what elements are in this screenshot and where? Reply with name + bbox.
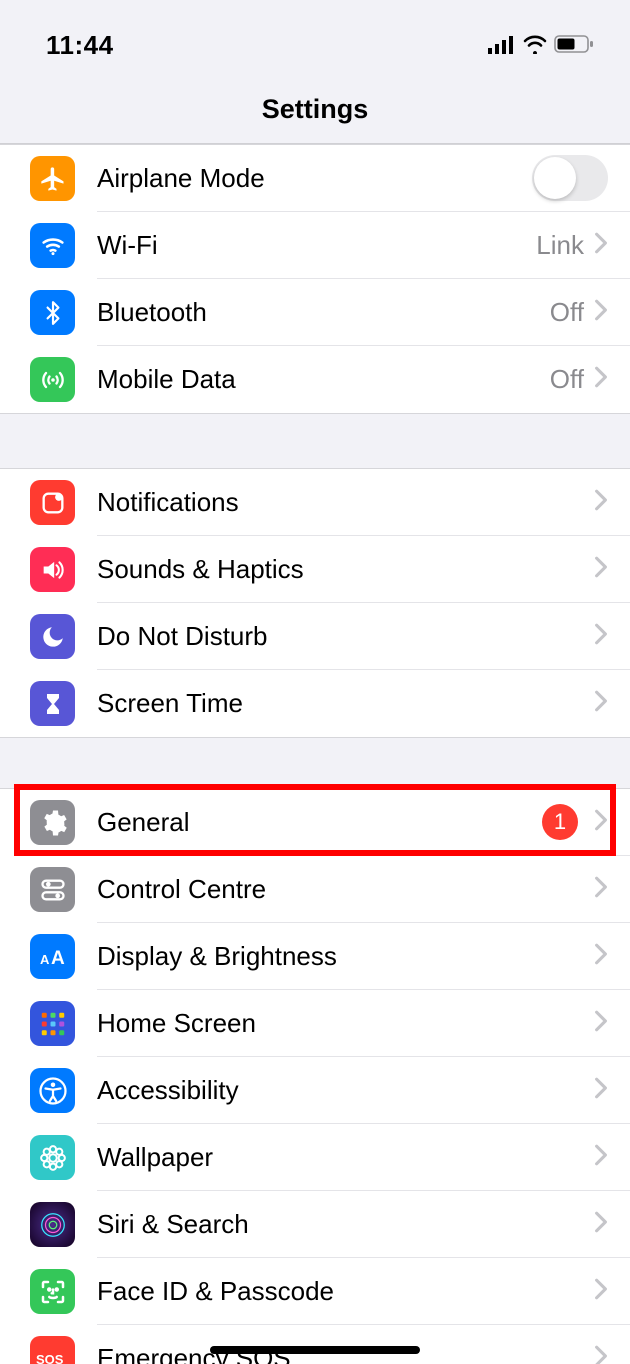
svg-text:A: A [51, 948, 65, 969]
settings-group-connectivity: Airplane Mode Wi-Fi Link Bluetooth Off [0, 144, 630, 414]
settings-group-alerts: Notifications Sounds & Haptics Do Not Di… [0, 468, 630, 738]
row-mobile-data[interactable]: Mobile Data Off [0, 346, 630, 413]
chevron-icon [594, 556, 608, 583]
wifi-label: Wi-Fi [97, 230, 536, 261]
row-screen-time[interactable]: Screen Time [0, 670, 630, 737]
chevron-icon [594, 232, 608, 259]
homescreen-label: Home Screen [97, 1008, 594, 1039]
general-label: General [97, 807, 542, 838]
cellular-icon [488, 30, 516, 61]
screentime-label: Screen Time [97, 688, 594, 719]
chevron-icon [594, 489, 608, 516]
chevron-icon [594, 876, 608, 903]
bluetooth-label: Bluetooth [97, 297, 550, 328]
accessibility-label: Accessibility [97, 1075, 594, 1106]
hourglass-icon [30, 681, 75, 726]
notifications-icon [30, 480, 75, 525]
chevron-icon [594, 1211, 608, 1238]
general-badge: 1 [542, 804, 578, 840]
moon-icon [30, 614, 75, 659]
wifi-status-icon [522, 30, 548, 61]
wallpaper-label: Wallpaper [97, 1142, 594, 1173]
chevron-icon [594, 809, 608, 836]
chevron-icon [594, 690, 608, 717]
sos-icon: SOS [30, 1336, 75, 1364]
antenna-icon [30, 357, 75, 402]
wifi-value: Link [536, 230, 584, 261]
chevron-icon [594, 1010, 608, 1037]
row-emergency-sos[interactable]: SOS Emergency SOS [0, 1325, 630, 1364]
control-label: Control Centre [97, 874, 594, 905]
row-do-not-disturb[interactable]: Do Not Disturb [0, 603, 630, 670]
settings-group-general: General 1 Control Centre AA Display & Br… [0, 788, 630, 1364]
airplane-icon [30, 156, 75, 201]
chevron-icon [594, 366, 608, 393]
bluetooth-value: Off [550, 297, 584, 328]
row-accessibility[interactable]: Accessibility [0, 1057, 630, 1124]
gear-icon [30, 800, 75, 845]
speaker-icon [30, 547, 75, 592]
siri-icon [30, 1202, 75, 1247]
chevron-icon [594, 299, 608, 326]
row-wallpaper[interactable]: Wallpaper [0, 1124, 630, 1191]
row-bluetooth[interactable]: Bluetooth Off [0, 279, 630, 346]
siri-label: Siri & Search [97, 1209, 594, 1240]
textsize-icon: AA [30, 934, 75, 979]
row-wifi[interactable]: Wi-Fi Link [0, 212, 630, 279]
faceid-icon [30, 1269, 75, 1314]
airplane-toggle[interactable] [532, 155, 608, 201]
mobiledata-label: Mobile Data [97, 364, 550, 395]
chevron-icon [594, 1144, 608, 1171]
sounds-label: Sounds & Haptics [97, 554, 594, 585]
status-icons [488, 30, 594, 61]
row-notifications[interactable]: Notifications [0, 469, 630, 536]
dnd-label: Do Not Disturb [97, 621, 594, 652]
display-label: Display & Brightness [97, 941, 594, 972]
home-indicator[interactable] [210, 1346, 420, 1354]
row-siri-search[interactable]: Siri & Search [0, 1191, 630, 1258]
accessibility-icon [30, 1068, 75, 1113]
row-control-centre[interactable]: Control Centre [0, 856, 630, 923]
page-title: Settings [0, 70, 630, 144]
row-faceid-passcode[interactable]: Face ID & Passcode [0, 1258, 630, 1325]
chevron-icon [594, 1077, 608, 1104]
row-sounds-haptics[interactable]: Sounds & Haptics [0, 536, 630, 603]
svg-text:SOS: SOS [36, 1352, 64, 1364]
flower-icon [30, 1135, 75, 1180]
notifications-label: Notifications [97, 487, 594, 518]
switches-icon [30, 867, 75, 912]
airplane-label: Airplane Mode [97, 163, 532, 194]
battery-icon [554, 30, 594, 61]
chevron-icon [594, 1345, 608, 1364]
row-home-screen[interactable]: Home Screen [0, 990, 630, 1057]
row-general[interactable]: General 1 [0, 789, 630, 856]
faceid-label: Face ID & Passcode [97, 1276, 594, 1307]
chevron-icon [594, 623, 608, 650]
mobiledata-value: Off [550, 364, 584, 395]
chevron-icon [594, 1278, 608, 1305]
bluetooth-icon [30, 290, 75, 335]
status-bar: 11:44 [0, 0, 630, 70]
apps-grid-icon [30, 1001, 75, 1046]
row-airplane-mode[interactable]: Airplane Mode [0, 145, 630, 212]
wifi-icon [30, 223, 75, 268]
status-time: 11:44 [46, 30, 114, 61]
row-display-brightness[interactable]: AA Display & Brightness [0, 923, 630, 990]
svg-text:A: A [40, 952, 50, 967]
chevron-icon [594, 943, 608, 970]
